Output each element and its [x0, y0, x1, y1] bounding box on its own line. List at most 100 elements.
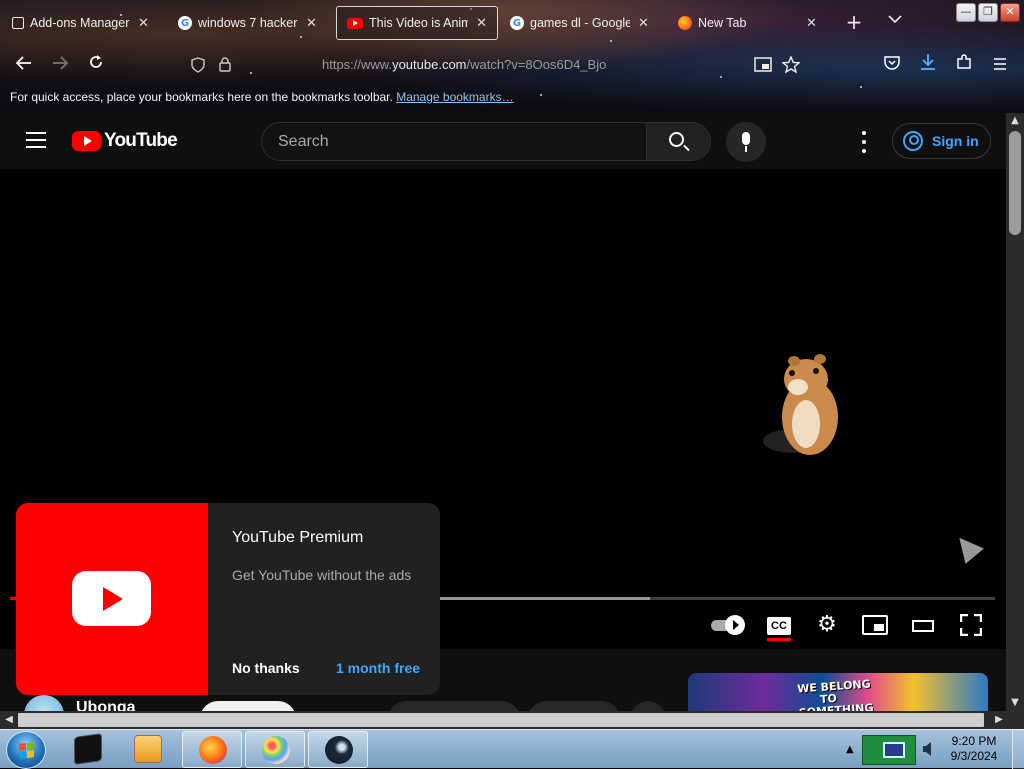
- taskbar-clock[interactable]: 9:20 PM 9/3/2024: [938, 734, 1010, 764]
- search-button[interactable]: [647, 123, 710, 160]
- new-tab-button[interactable]: +: [843, 10, 865, 34]
- puzzle-icon: [12, 17, 24, 29]
- reload-button[interactable]: [84, 53, 108, 77]
- manage-bookmarks-link[interactable]: Manage bookmarks…: [396, 90, 513, 104]
- pocket-button[interactable]: [880, 53, 904, 77]
- subtitles-active-indicator: [767, 638, 791, 641]
- miniplayer-button[interactable]: [862, 615, 888, 635]
- system-tray: ▲: [842, 730, 942, 769]
- youtube-play-icon: [72, 131, 101, 151]
- tab-games-search[interactable]: G games dl - Google S ✕: [500, 6, 666, 40]
- taskbar-steam[interactable]: [308, 731, 368, 768]
- google-icon: G: [510, 16, 524, 30]
- close-window-button[interactable]: ✕: [1000, 3, 1020, 22]
- windows-logo-icon: [19, 742, 34, 759]
- premium-subtitle: Get YouTube without the ads: [232, 567, 412, 583]
- address-bar[interactable]: https://www.youtube.com/watch?v=8Oos6D4_…: [184, 52, 814, 78]
- vertical-scroll-thumb[interactable]: [1009, 131, 1021, 235]
- tab-title: Add-ons Manager: [30, 16, 130, 30]
- show-desktop-button[interactable]: [1012, 730, 1024, 769]
- url-scheme: https://www.: [322, 57, 393, 72]
- puzzle-icon: [957, 54, 971, 69]
- subscribe-button[interactable]: [200, 701, 296, 711]
- tab-windows-7-search[interactable]: G windows 7 hacker l ✕: [168, 6, 334, 40]
- youtube-header: YouTube Sign in: [0, 113, 1006, 169]
- autoplay-toggle[interactable]: [711, 615, 745, 637]
- firefox-icon: [678, 16, 692, 30]
- back-arrow-icon: [15, 56, 31, 70]
- close-tab-icon[interactable]: ✕: [306, 16, 317, 31]
- premium-artwork: [16, 503, 208, 695]
- search-box: [261, 122, 711, 161]
- back-button[interactable]: [12, 53, 36, 77]
- close-tab-icon[interactable]: ✕: [638, 16, 649, 31]
- tab-title: games dl - Google S: [530, 16, 630, 30]
- restore-button[interactable]: ❐: [978, 3, 998, 22]
- show-hidden-icons-icon[interactable]: ▲: [846, 744, 854, 755]
- bookmark-star-icon[interactable]: [782, 56, 800, 74]
- like-button[interactable]: [388, 701, 520, 711]
- play-icon: [725, 615, 745, 635]
- channel-name[interactable]: Ubonga: [76, 699, 136, 711]
- tab-addons-manager[interactable]: Add-ons Manager ✕: [2, 6, 162, 40]
- taskbar-media-player[interactable]: [118, 731, 178, 768]
- url-host: youtube.com: [392, 57, 467, 72]
- horizontal-scroll-thumb[interactable]: [18, 713, 984, 727]
- chevron-down-icon: [888, 15, 902, 24]
- guide-menu-icon[interactable]: [26, 132, 46, 148]
- free-trial-button[interactable]: 1 month free: [336, 660, 420, 676]
- scroll-down-icon[interactable]: ▼: [1006, 697, 1024, 708]
- settings-menu-icon[interactable]: [856, 131, 872, 153]
- steam-icon: [325, 736, 353, 764]
- minimize-button[interactable]: —: [956, 3, 976, 22]
- app-menu-button[interactable]: [988, 53, 1012, 77]
- share-button[interactable]: [528, 701, 620, 711]
- bookmarks-toolbar: For quick access, place your bookmarks h…: [10, 90, 514, 104]
- scroll-left-icon[interactable]: ◀: [0, 714, 18, 725]
- taskbar-terminal[interactable]: [58, 731, 118, 768]
- horizontal-scrollbar[interactable]: ◀ ▶: [0, 711, 1024, 729]
- network-icon[interactable]: [862, 735, 916, 765]
- close-tab-icon[interactable]: ✕: [806, 16, 817, 31]
- scroll-up-icon[interactable]: ▲: [1006, 115, 1024, 126]
- subtitles-button[interactable]: CC: [767, 617, 791, 635]
- list-all-tabs-button[interactable]: [884, 12, 906, 30]
- fullscreen-button[interactable]: [959, 613, 983, 637]
- close-tab-icon[interactable]: ✕: [476, 16, 487, 31]
- tab-new-tab[interactable]: New Tab ✕: [668, 6, 834, 40]
- picture-in-picture-icon[interactable]: [754, 57, 772, 73]
- more-actions-button[interactable]: [630, 701, 666, 711]
- firefox-icon: [199, 736, 227, 764]
- scroll-right-icon[interactable]: ▶: [990, 714, 1008, 725]
- mouse-cursor-icon: [950, 530, 984, 564]
- hamster-video-frame: [763, 354, 838, 455]
- extensions-button[interactable]: [952, 53, 976, 77]
- sign-in-button[interactable]: Sign in: [892, 123, 991, 159]
- settings-gear-icon[interactable]: ⚙: [816, 614, 838, 636]
- vertical-scrollbar[interactable]: ▲ ▼: [1006, 113, 1024, 711]
- start-button[interactable]: [6, 731, 46, 769]
- background-star: [540, 94, 542, 96]
- taskbar-firefox[interactable]: [182, 731, 242, 768]
- close-tab-icon[interactable]: ✕: [138, 16, 149, 31]
- downloads-button[interactable]: [916, 53, 940, 77]
- sponsored-banner[interactable]: WE BELONG TO SOMETHING: [688, 673, 988, 711]
- forward-button[interactable]: [48, 53, 72, 77]
- lock-icon: [219, 57, 231, 72]
- search-input[interactable]: [262, 123, 647, 160]
- download-icon: [921, 54, 935, 70]
- volume-icon[interactable]: [922, 740, 934, 758]
- taskbar-paint[interactable]: [245, 731, 305, 768]
- theater-mode-button[interactable]: [912, 620, 934, 632]
- youtube-logo[interactable]: YouTube: [72, 130, 178, 152]
- tab-youtube-video[interactable]: This Video is Animal ✕: [336, 6, 498, 40]
- fullscreen-icon: [959, 613, 983, 637]
- bookmarks-hint: For quick access, place your bookmarks h…: [10, 90, 393, 104]
- channel-avatar[interactable]: [24, 695, 64, 711]
- google-icon: G: [178, 16, 192, 30]
- voice-search-button[interactable]: [726, 122, 766, 162]
- no-thanks-button[interactable]: No thanks: [232, 660, 300, 676]
- paint-icon: [262, 736, 290, 764]
- clock-date: 9/3/2024: [950, 749, 998, 763]
- windows-taskbar: ▲ 9:20 PM 9/3/2024: [0, 729, 1024, 769]
